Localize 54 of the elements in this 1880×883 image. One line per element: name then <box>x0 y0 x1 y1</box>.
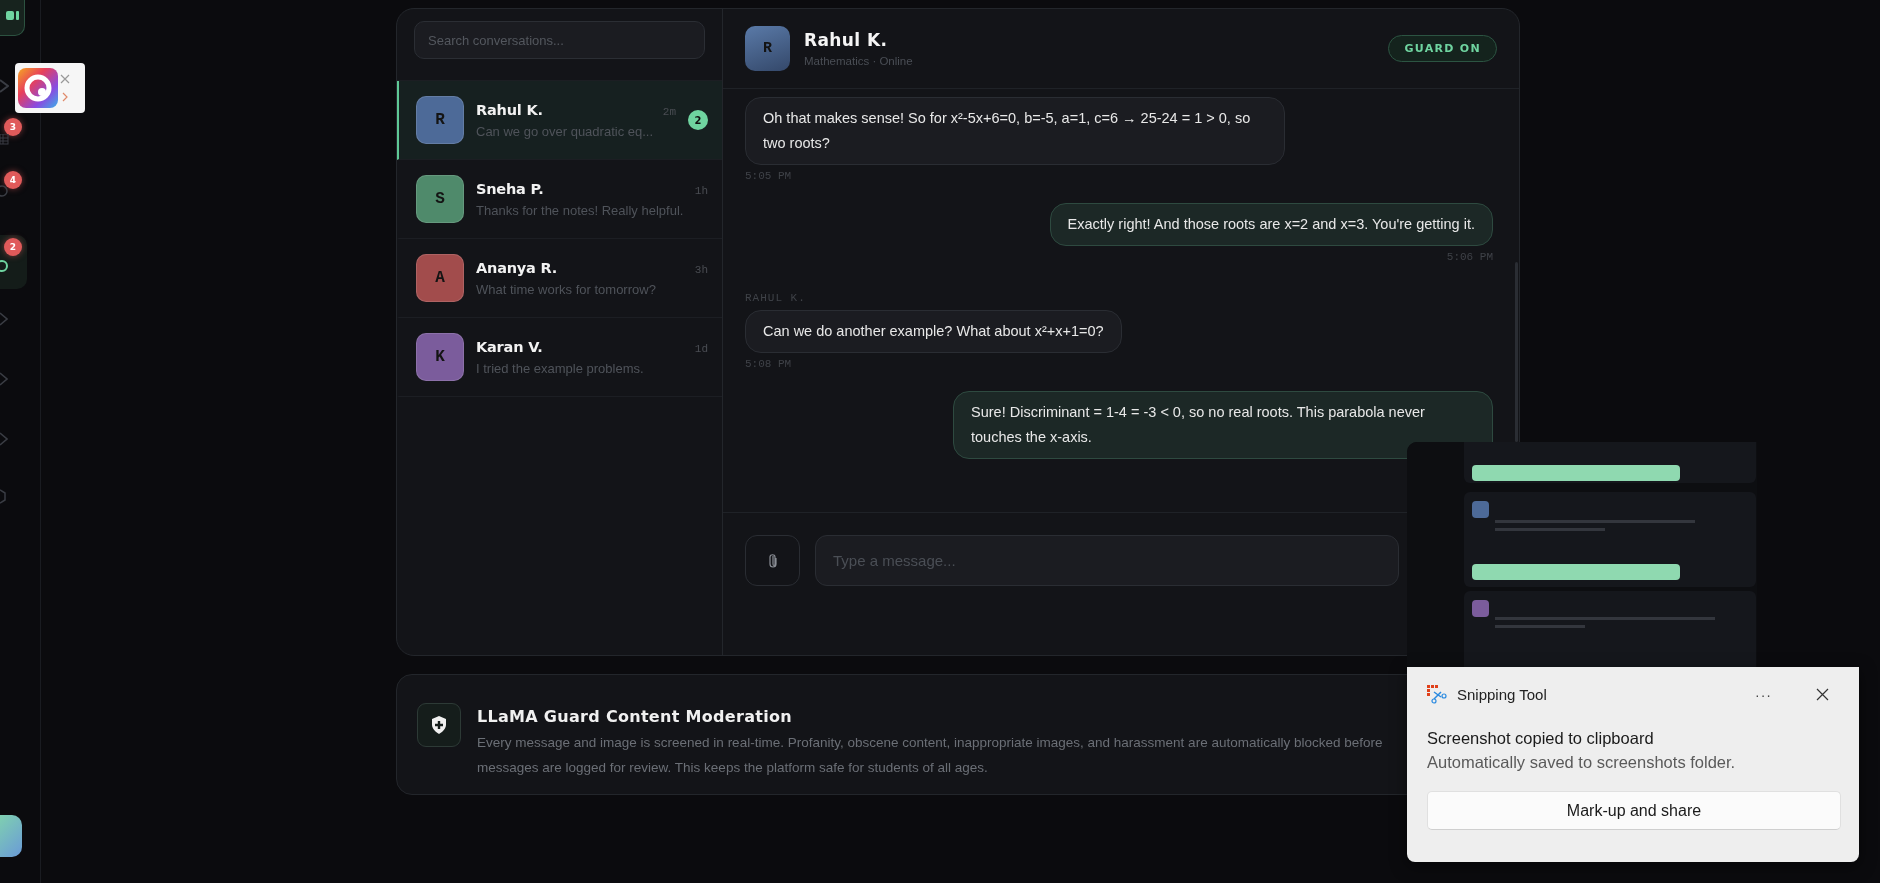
avatar: A <box>416 254 464 302</box>
close-icon <box>1816 688 1829 701</box>
shield-plus-icon <box>430 715 448 735</box>
app-name: Snipping Tool <box>1457 686 1547 703</box>
message-preview: What time works for tomorrow? <box>476 281 657 297</box>
notification-text: Automatically saved to screenshots folder. <box>1427 753 1737 772</box>
chevron-icon <box>0 431 8 447</box>
status-icon <box>0 260 9 272</box>
conversation-item[interactable]: S Sneha P. 1h Thanks for the notes! Really helpful. <box>397 160 722 239</box>
conversation-item[interactable]: A Ananya R. 3h What time works for tomorrow? <box>397 239 722 318</box>
attach-button[interactable] <box>745 535 800 586</box>
message-bubble: Exactly right! And those roots are x=2 and x=3. You're getting it. <box>1049 203 1493 246</box>
chevron-icon <box>0 371 8 387</box>
chat-icon <box>4 8 20 22</box>
message-preview: Thanks for the notes! Really helpful. <box>476 202 685 218</box>
app-icon <box>18 68 58 108</box>
notification-badge: 3 <box>4 118 22 136</box>
avatar: R <box>416 96 464 144</box>
notification-title: Screenshot copied to clipboard <box>1427 729 1655 748</box>
floating-app-button[interactable] <box>15 63 85 113</box>
chevron-icon <box>0 78 9 94</box>
avatar: K <box>416 333 464 381</box>
notification-badge: 4 <box>4 171 22 189</box>
avatar: R <box>745 26 790 71</box>
unread-badge: 2 <box>688 110 708 130</box>
paperclip-icon <box>766 552 779 569</box>
rail-avatar[interactable] <box>0 815 22 857</box>
moderation-description: Every message and image is screened in real-time. Profanity, obscene content, inappropriate images, and harassment are automatically blocked before messages are logged for review. This keeps the platform safe for students of all ages. <box>477 734 1383 777</box>
message-time: 1h <box>694 184 708 197</box>
contact-name: Karan V. <box>476 338 543 355</box>
rail-item[interactable]: 2 <box>0 235 27 289</box>
chevron-icon <box>0 311 8 327</box>
more-options-button[interactable]: ··· <box>1755 686 1772 703</box>
close-icon <box>60 74 70 84</box>
grid-icon <box>0 134 9 145</box>
markup-share-button[interactable]: Mark-up and share <box>1427 791 1841 830</box>
message-preview: Can we go over quadratic eq... <box>476 123 655 139</box>
contact-name: Sneha P. <box>476 180 544 197</box>
moderation-title: LLaMA Guard Content Moderation <box>477 707 793 726</box>
scissors-icon <box>1427 685 1447 704</box>
avatar: S <box>416 175 464 223</box>
contact-status: Mathematics · Online <box>804 55 913 67</box>
guard-status-badge: GUARD ON <box>1388 35 1497 62</box>
message-time: 3h <box>694 263 708 276</box>
chevron-icon <box>61 92 69 102</box>
message-bubble: Oh that makes sense! So for x²-5x+6=0, b=-5, a=1, c=6 → 25-24 = 1 > 0, so two roots? <box>745 97 1285 165</box>
search-field[interactable]: Search conversations... <box>414 21 705 59</box>
message-bubble: Can we do another example? What about x²+x+1=0? <box>745 310 1122 353</box>
contact-name: Ananya R. <box>476 259 558 276</box>
contact-name: Rahul K. <box>476 101 543 118</box>
message-bubble: Sure! Discriminant = 1-4 = -3 < 0, so no real roots. This parabola never touches the x-axis. <box>953 391 1493 459</box>
message-time: 1d <box>694 342 708 355</box>
notification-badge: 2 <box>4 238 22 256</box>
contact-name: Rahul K. <box>804 30 889 50</box>
